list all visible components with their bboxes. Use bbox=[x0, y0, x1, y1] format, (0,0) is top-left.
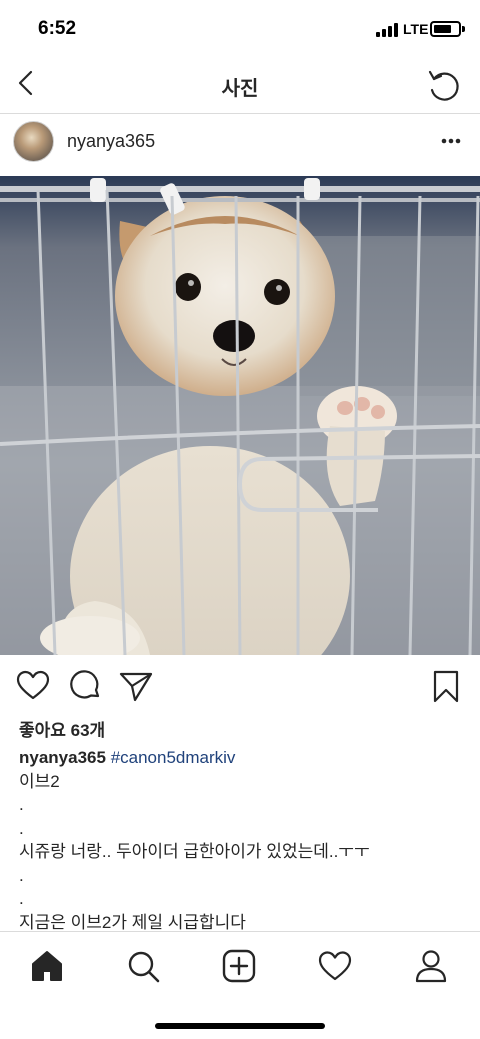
add-post-icon bbox=[222, 949, 256, 983]
caption-line: . bbox=[19, 818, 24, 838]
caption-line: . bbox=[19, 865, 24, 885]
like-button[interactable] bbox=[15, 668, 51, 704]
status-time: 6:52 bbox=[38, 18, 77, 39]
avatar[interactable] bbox=[13, 121, 54, 162]
status-bar: 6:52 LTE bbox=[0, 0, 480, 58]
tab-activity[interactable] bbox=[315, 946, 355, 986]
post-username[interactable]: nyanya365 bbox=[67, 131, 155, 152]
likes-count[interactable]: 좋아요 63개 bbox=[19, 716, 105, 741]
home-indicator[interactable] bbox=[155, 1023, 325, 1029]
battery-tip bbox=[462, 26, 465, 32]
network-type: LTE bbox=[403, 21, 429, 37]
more-options-button[interactable] bbox=[436, 131, 466, 151]
bottom-tab-bar bbox=[0, 931, 480, 1039]
battery-icon bbox=[430, 21, 461, 37]
tab-profile[interactable] bbox=[411, 946, 451, 986]
tab-add-post[interactable] bbox=[219, 946, 259, 986]
save-button[interactable] bbox=[428, 668, 464, 704]
post-photo[interactable] bbox=[0, 176, 480, 655]
caption-hashtag[interactable]: #canon5dmarkiv bbox=[111, 748, 236, 767]
chevron-left-icon bbox=[18, 70, 33, 96]
caption-line: 시쥬랑 너랑.. 두아이더 급한아이가 있었는데..ㅜㅜ bbox=[19, 842, 370, 861]
comment-icon bbox=[70, 670, 100, 699]
page-title: 사진 bbox=[221, 78, 259, 100]
post-actions bbox=[0, 664, 480, 710]
post-header: nyanya365 bbox=[0, 115, 480, 175]
profile-icon bbox=[415, 950, 447, 983]
send-icon bbox=[119, 672, 153, 702]
share-button[interactable] bbox=[118, 668, 154, 704]
post-caption: nyanya365 #canon5dmarkiv 이브2 . . 시쥬랑 너랑.… bbox=[19, 746, 469, 934]
search-icon bbox=[128, 951, 160, 983]
refresh-button[interactable] bbox=[424, 66, 464, 106]
tab-home[interactable] bbox=[27, 946, 67, 986]
more-horizontal-icon bbox=[441, 138, 461, 144]
caption-line: . bbox=[19, 795, 24, 814]
comment-button[interactable] bbox=[67, 668, 103, 704]
heart-icon bbox=[16, 670, 50, 700]
home-icon bbox=[32, 951, 62, 981]
refresh-icon bbox=[428, 70, 459, 101]
puppy-in-cage-image bbox=[0, 176, 480, 655]
caption-username[interactable]: nyanya365 bbox=[19, 748, 106, 767]
bookmark-icon bbox=[433, 670, 459, 703]
signal-strength-icon bbox=[376, 23, 400, 37]
caption-line: 이브2 bbox=[19, 771, 60, 791]
nav-bar: 사진 bbox=[0, 58, 480, 114]
tab-search[interactable] bbox=[123, 946, 163, 986]
activity-heart-icon bbox=[318, 951, 352, 981]
caption-line: . bbox=[19, 889, 24, 908]
back-button[interactable] bbox=[12, 68, 42, 98]
